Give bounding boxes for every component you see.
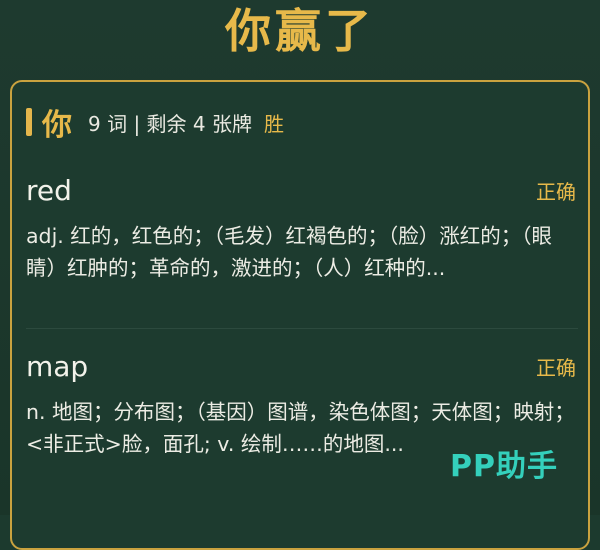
- verdict-label: 正确: [536, 355, 576, 380]
- word-header: map 正确: [26, 344, 578, 388]
- game-result-screen: 你赢了 你 9 词 | 剩余 4 张牌 胜 red 正确 adj. 红的，红色的…: [0, 0, 600, 550]
- verdict-label: 正确: [536, 179, 576, 204]
- player-name: 你: [42, 108, 72, 143]
- word-text: red: [26, 173, 72, 207]
- win-title: 你赢了: [225, 4, 375, 58]
- result-badge: 胜: [263, 111, 284, 136]
- word-header: red 正确: [26, 168, 578, 212]
- word-text: map: [26, 349, 89, 383]
- card-divider: [26, 328, 578, 329]
- word-definition: adj. 红的，红色的；（毛发）红褐色的；（脸）涨红的；（眼睛）红肿的；革命的，…: [26, 224, 553, 280]
- player-indicator-bar: [26, 108, 32, 136]
- player-stats: 9 词 | 剩余 4 张牌: [88, 111, 252, 136]
- word-card[interactable]: red 正确 adj. 红的，红色的；（毛发）红褐色的；（脸）涨红的；（眼睛）红…: [26, 168, 578, 284]
- player-summary: 你 9 词 | 剩余 4 张牌 胜: [26, 102, 284, 143]
- watermark-logo: PP助手: [450, 449, 558, 484]
